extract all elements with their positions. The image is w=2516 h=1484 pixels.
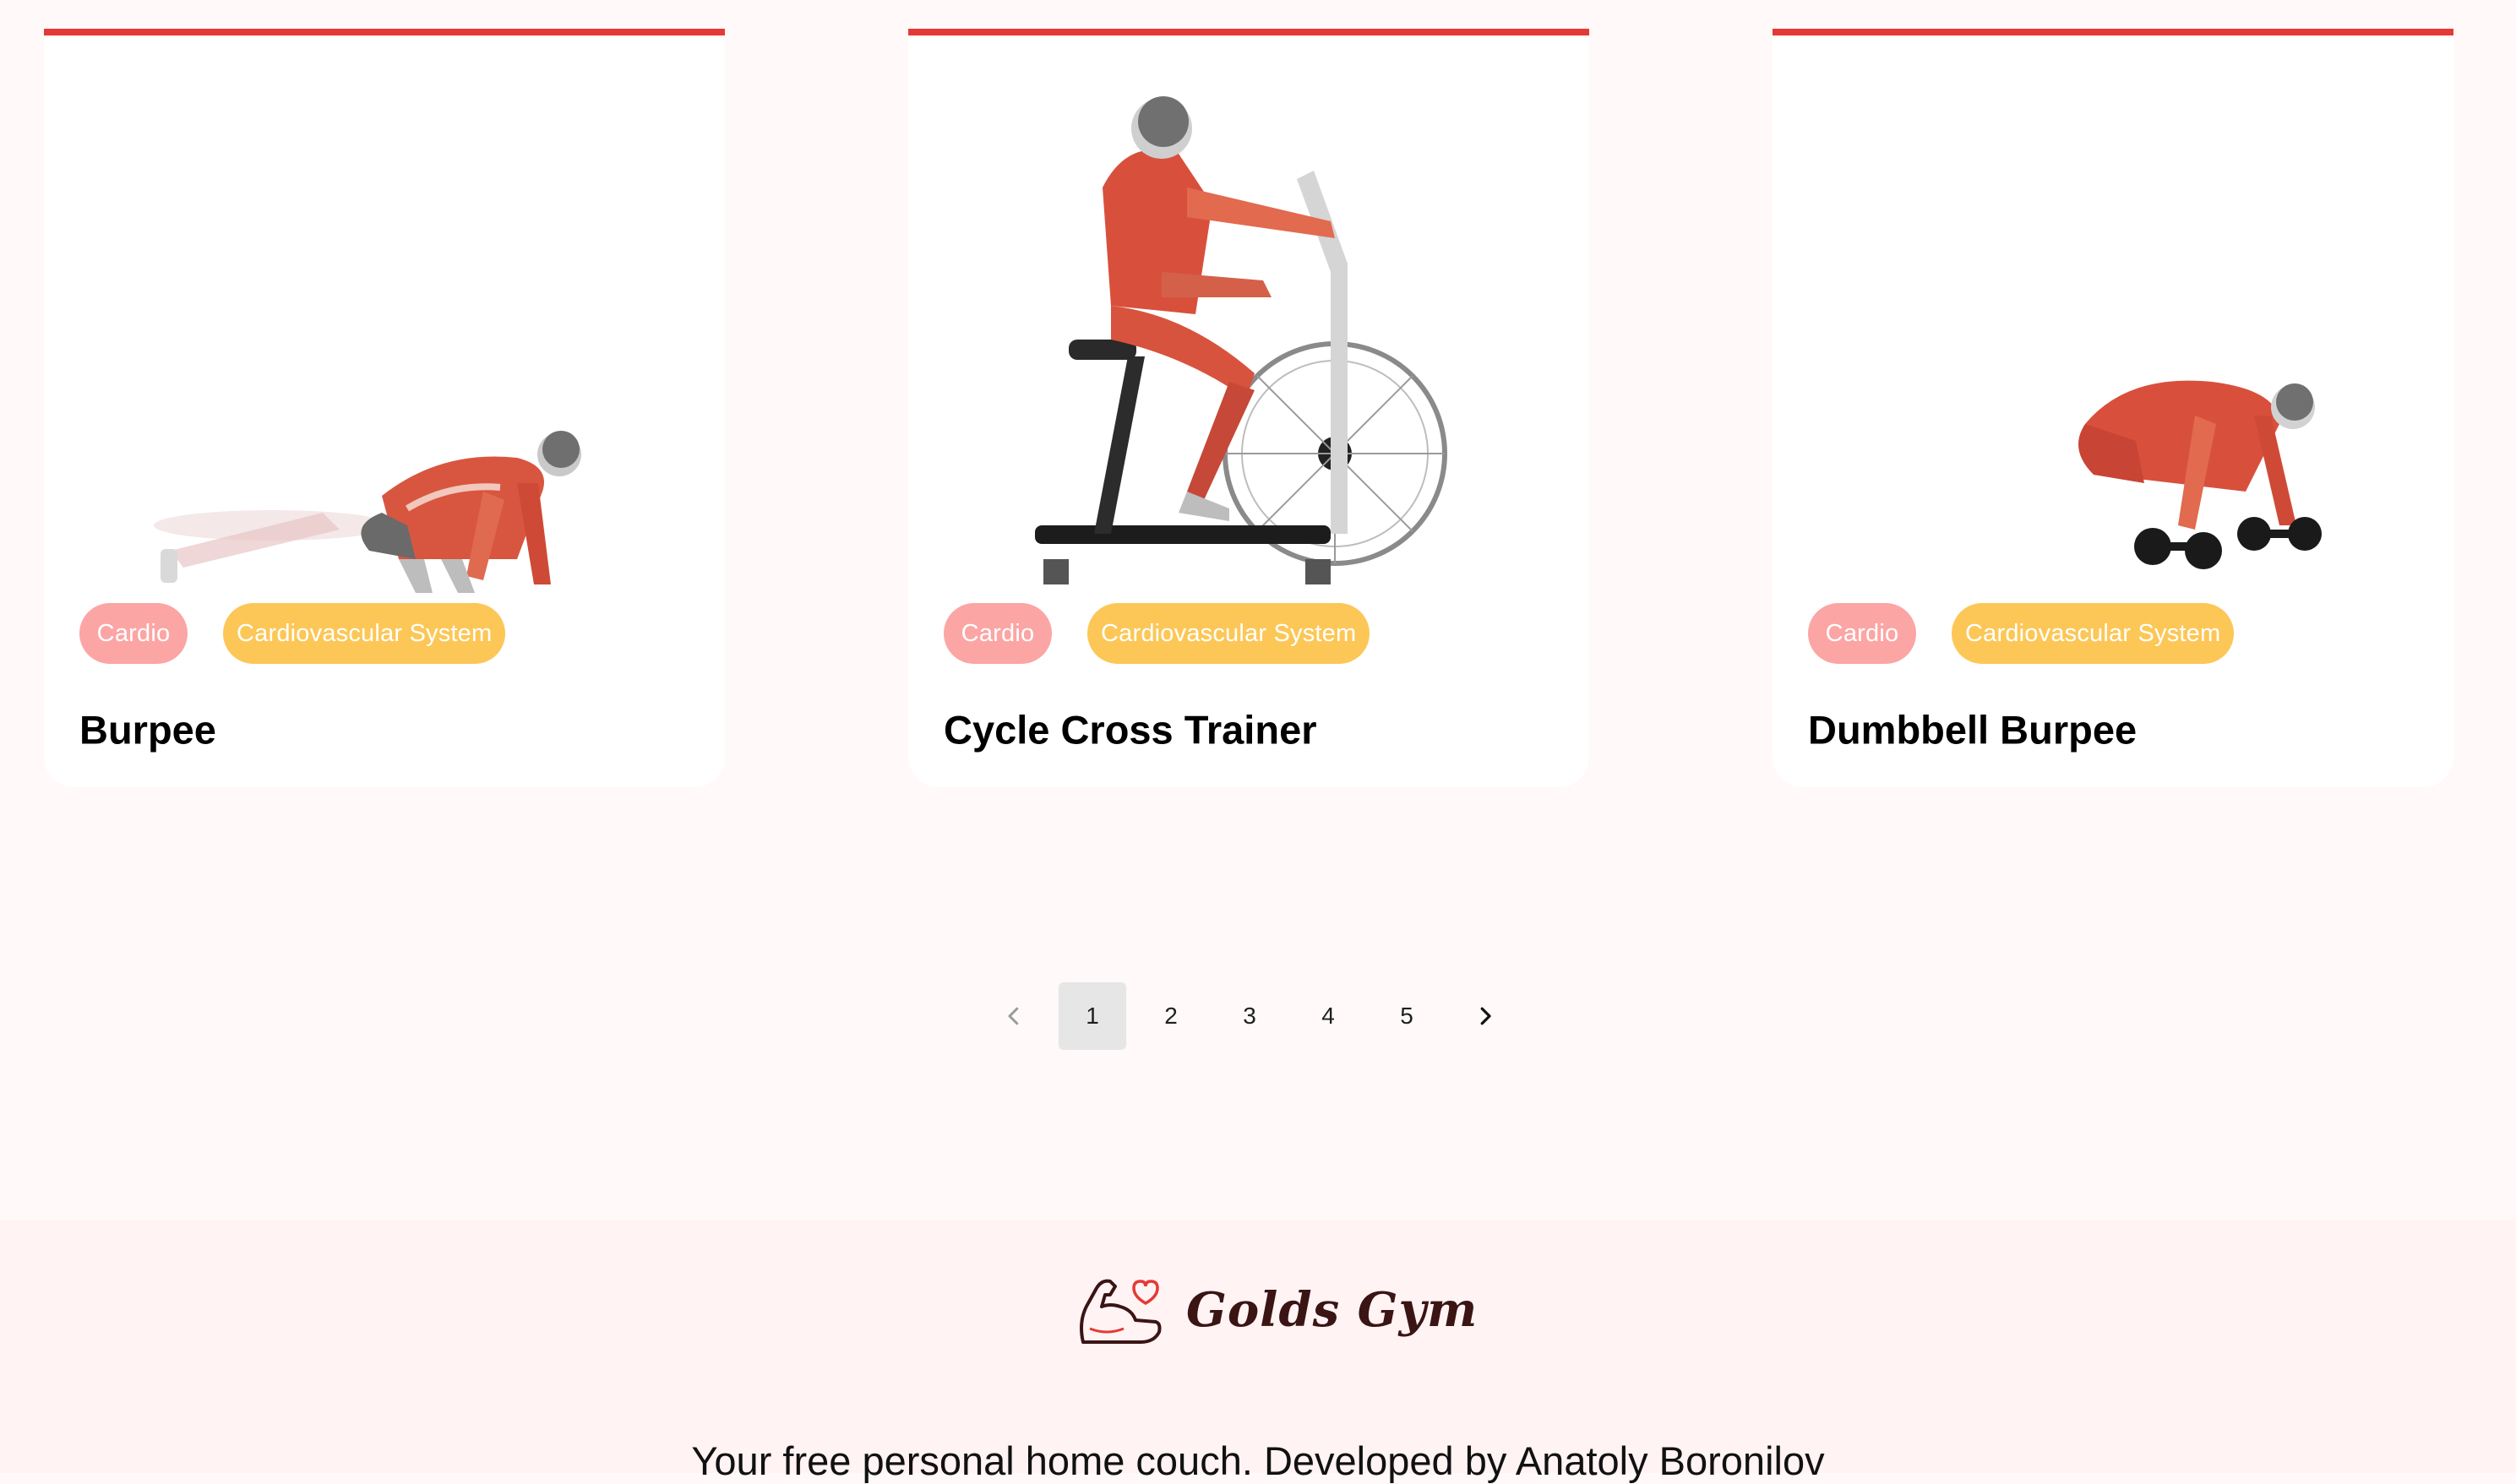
flexed-arm-heart-icon <box>1080 1279 1162 1344</box>
exercise-name: Burpee <box>79 707 216 753</box>
exercise-image[interactable] <box>908 52 1589 610</box>
tag-list: Cardio Cardiovascular System <box>944 603 1370 666</box>
previous-page-button[interactable] <box>980 982 1048 1050</box>
exercise-cards-grid: Cardio Cardiovascular System Burpee Card… <box>0 0 2516 794</box>
footer-tagline: Your free personal home couch. Developed… <box>691 1438 1825 1483</box>
body-part-tag[interactable]: Cardio <box>1808 603 1916 664</box>
page-button-5[interactable]: 5 <box>1373 982 1440 1050</box>
cycle-cross-trainer-illustration <box>1035 96 1447 584</box>
page-button-2[interactable]: 2 <box>1137 982 1205 1050</box>
body-part-tag[interactable]: Cardio <box>944 603 1052 664</box>
footer: Golds Gym Your free personal home couch.… <box>0 1220 2516 1483</box>
footer-logo[interactable]: Golds Gym <box>1073 1264 1478 1356</box>
exercise-card[interactable]: Cardio Cardiovascular System Cycle Cross… <box>908 29 1589 787</box>
exercise-name: Cycle Cross Trainer <box>944 707 1317 753</box>
target-tag[interactable]: Cardiovascular System <box>1952 603 2235 664</box>
tag-list: Cardio Cardiovascular System <box>1808 603 2235 666</box>
tag-list: Cardio Cardiovascular System <box>79 603 506 666</box>
page-button-1[interactable]: 1 <box>1059 982 1126 1050</box>
next-page-button[interactable] <box>1451 982 1519 1050</box>
dumbbell-burpee-illustration <box>2078 380 2322 569</box>
burpee-illustration <box>154 431 581 593</box>
chevron-right-icon <box>1480 1007 1491 1025</box>
exercise-image[interactable] <box>44 52 725 610</box>
page-button-3[interactable]: 3 <box>1216 982 1283 1050</box>
target-tag[interactable]: Cardiovascular System <box>223 603 506 664</box>
target-tag[interactable]: Cardiovascular System <box>1087 603 1370 664</box>
exercise-card[interactable]: Cardio Cardiovascular System Burpee <box>44 29 725 787</box>
exercise-card[interactable]: Cardio Cardiovascular System Dumbbell Bu… <box>1773 29 2453 787</box>
body-part-tag[interactable]: Cardio <box>79 603 188 664</box>
chevron-left-icon <box>1008 1007 1019 1025</box>
page-button-4[interactable]: 4 <box>1294 982 1362 1050</box>
pagination: 1 2 3 4 5 <box>980 982 1530 1050</box>
logo-text: Golds Gym <box>1186 1282 1479 1338</box>
exercise-image[interactable] <box>1773 52 2453 610</box>
exercise-name: Dumbbell Burpee <box>1808 707 2138 753</box>
